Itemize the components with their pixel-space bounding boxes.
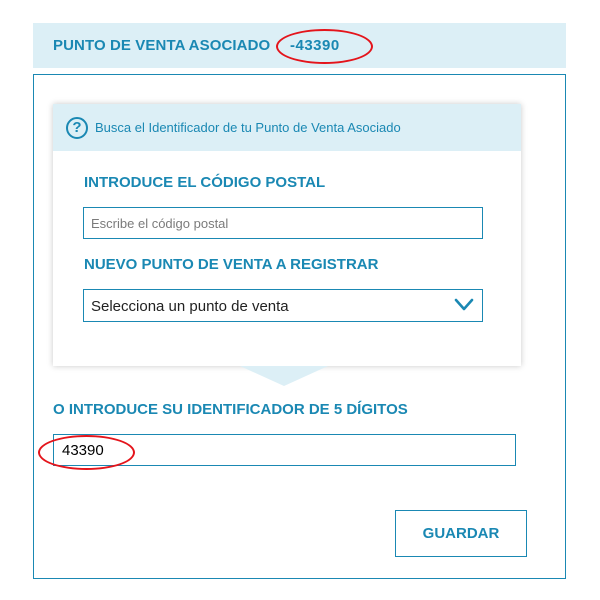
point-of-sale-select[interactable]: Selecciona un punto de venta bbox=[83, 289, 483, 322]
chevron-down-icon bbox=[454, 298, 474, 311]
header-title: PUNTO DE VENTA ASOCIADO bbox=[53, 37, 271, 54]
postal-code-input[interactable] bbox=[83, 207, 483, 239]
new-point-label: NUEVO PUNTO DE VENTA A REGISTRAR bbox=[84, 256, 379, 273]
point-of-sale-selected: Selecciona un punto de venta bbox=[91, 298, 289, 315]
page: PUNTO DE VENTA ASOCIADO -43390 ? Busca e… bbox=[0, 0, 600, 600]
identifier-label: O INTRODUCE SU IDENTIFICADOR DE 5 DÍGITO… bbox=[53, 401, 408, 418]
associated-id: -43390 bbox=[290, 37, 340, 54]
search-card: ? Busca el Identificador de tu Punto de … bbox=[53, 104, 521, 366]
card-pointer bbox=[240, 366, 328, 386]
save-button[interactable]: GUARDAR bbox=[395, 510, 527, 557]
search-help-text: Busca el Identificador de tu Punto de Ve… bbox=[95, 120, 401, 135]
header-bar: PUNTO DE VENTA ASOCIADO -43390 bbox=[33, 23, 566, 68]
postal-code-label: INTRODUCE EL CÓDIGO POSTAL bbox=[84, 174, 326, 191]
identifier-input[interactable] bbox=[53, 434, 516, 466]
question-circle-icon[interactable]: ? bbox=[66, 117, 88, 139]
search-card-header: ? Busca el Identificador de tu Punto de … bbox=[53, 104, 521, 151]
